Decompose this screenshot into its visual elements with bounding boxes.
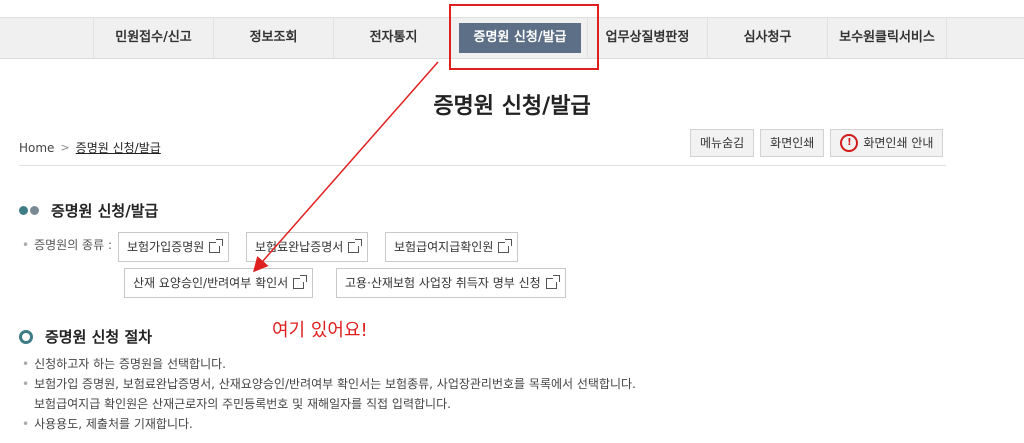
annotation-arrow: [253, 61, 439, 273]
